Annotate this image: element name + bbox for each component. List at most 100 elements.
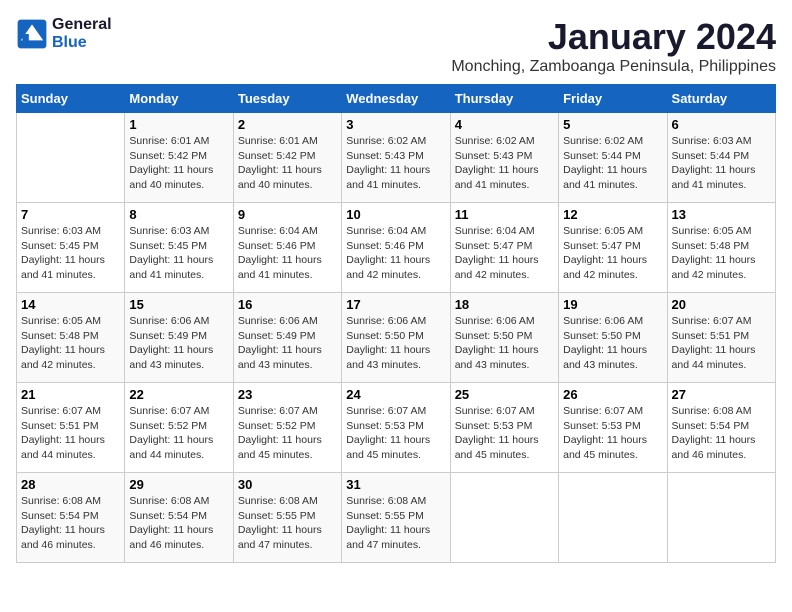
calendar-cell: 24 Sunrise: 6:07 AM Sunset: 5:53 PM Dayli… <box>342 383 450 473</box>
day-number: 9 <box>238 207 337 222</box>
calendar-cell: 25 Sunrise: 6:07 AM Sunset: 5:53 PM Dayli… <box>450 383 558 473</box>
calendar-cell: 22 Sunrise: 6:07 AM Sunset: 5:52 PM Dayli… <box>125 383 233 473</box>
calendar-cell: 27 Sunrise: 6:08 AM Sunset: 5:54 PM Dayli… <box>667 383 775 473</box>
calendar-week-row: 21 Sunrise: 6:07 AM Sunset: 5:51 PM Dayli… <box>17 383 776 473</box>
calendar-cell: 19 Sunrise: 6:06 AM Sunset: 5:50 PM Dayli… <box>559 293 667 383</box>
day-info: Sunrise: 6:08 AM Sunset: 5:55 PM Dayligh… <box>346 494 445 553</box>
calendar-week-row: 14Sunrise: 6:05 AM Sunset: 5:48 PM Dayli… <box>17 293 776 383</box>
logo-icon <box>16 18 48 50</box>
day-info: Sunrise: 6:07 AM Sunset: 5:53 PM Dayligh… <box>563 404 662 463</box>
day-info: Sunrise: 6:04 AM Sunset: 5:46 PM Dayligh… <box>346 224 445 283</box>
weekday-header: Thursday <box>450 85 558 113</box>
calendar-cell <box>559 473 667 563</box>
day-number: 24 <box>346 387 445 402</box>
calendar-cell: 1 Sunrise: 6:01 AM Sunset: 5:42 PM Daylig… <box>125 113 233 203</box>
header: General Blue January 2024 Monching, Zamb… <box>16 16 776 76</box>
calendar-cell: 4 Sunrise: 6:02 AM Sunset: 5:43 PM Daylig… <box>450 113 558 203</box>
calendar-cell: 5 Sunrise: 6:02 AM Sunset: 5:44 PM Daylig… <box>559 113 667 203</box>
day-info: Sunrise: 6:08 AM Sunset: 5:54 PM Dayligh… <box>672 404 771 463</box>
day-info: Sunrise: 6:04 AM Sunset: 5:46 PM Dayligh… <box>238 224 337 283</box>
day-number: 22 <box>129 387 228 402</box>
day-info: Sunrise: 6:08 AM Sunset: 5:54 PM Dayligh… <box>21 494 120 553</box>
calendar-cell: 15 Sunrise: 6:06 AM Sunset: 5:49 PM Dayli… <box>125 293 233 383</box>
day-info: Sunrise: 6:02 AM Sunset: 5:43 PM Dayligh… <box>455 134 554 193</box>
day-info: Sunrise: 6:07 AM Sunset: 5:53 PM Dayligh… <box>455 404 554 463</box>
calendar-cell: 9 Sunrise: 6:04 AM Sunset: 5:46 PM Daylig… <box>233 203 341 293</box>
weekday-header-row: SundayMondayTuesdayWednesdayThursdayFrid… <box>17 85 776 113</box>
day-info: Sunrise: 6:07 AM Sunset: 5:53 PM Dayligh… <box>346 404 445 463</box>
calendar-cell: 18 Sunrise: 6:06 AM Sunset: 5:50 PM Dayli… <box>450 293 558 383</box>
day-number: 28 <box>21 477 120 492</box>
calendar-cell: 8Sunrise: 6:03 AM Sunset: 5:45 PM Daylig… <box>125 203 233 293</box>
day-info: Sunrise: 6:01 AM Sunset: 5:42 PM Dayligh… <box>129 134 228 193</box>
day-number: 11 <box>455 207 554 222</box>
day-number: 15 <box>129 297 228 312</box>
day-number: 6 <box>672 117 771 132</box>
calendar-week-row: 28 Sunrise: 6:08 AM Sunset: 5:54 PM Dayli… <box>17 473 776 563</box>
day-info: Sunrise: 6:06 AM Sunset: 5:50 PM Dayligh… <box>455 314 554 373</box>
day-number: 16 <box>238 297 337 312</box>
calendar-cell: 3Sunrise: 6:02 AM Sunset: 5:43 PM Daylig… <box>342 113 450 203</box>
day-number: 23 <box>238 387 337 402</box>
calendar-cell: 30Sunrise: 6:08 AM Sunset: 5:55 PM Dayli… <box>233 473 341 563</box>
day-number: 20 <box>672 297 771 312</box>
day-info: Sunrise: 6:01 AM Sunset: 5:42 PM Dayligh… <box>238 134 337 193</box>
day-number: 19 <box>563 297 662 312</box>
day-info: Sunrise: 6:08 AM Sunset: 5:54 PM Dayligh… <box>129 494 228 553</box>
title-area: January 2024 Monching, Zamboanga Peninsu… <box>451 16 776 76</box>
weekday-header: Friday <box>559 85 667 113</box>
day-number: 31 <box>346 477 445 492</box>
calendar-cell: 14Sunrise: 6:05 AM Sunset: 5:48 PM Dayli… <box>17 293 125 383</box>
day-info: Sunrise: 6:03 AM Sunset: 5:45 PM Dayligh… <box>21 224 120 283</box>
calendar-cell: 31 Sunrise: 6:08 AM Sunset: 5:55 PM Dayli… <box>342 473 450 563</box>
day-number: 3 <box>346 117 445 132</box>
day-number: 4 <box>455 117 554 132</box>
calendar-cell: 28 Sunrise: 6:08 AM Sunset: 5:54 PM Dayli… <box>17 473 125 563</box>
day-info: Sunrise: 6:06 AM Sunset: 5:49 PM Dayligh… <box>238 314 337 373</box>
day-info: Sunrise: 6:06 AM Sunset: 5:50 PM Dayligh… <box>563 314 662 373</box>
day-info: Sunrise: 6:08 AM Sunset: 5:55 PM Dayligh… <box>238 494 337 553</box>
calendar-table: SundayMondayTuesdayWednesdayThursdayFrid… <box>16 84 776 563</box>
logo-text: General Blue <box>52 16 112 52</box>
day-number: 21 <box>21 387 120 402</box>
calendar-week-row: 7 Sunrise: 6:03 AM Sunset: 5:45 PM Daylig… <box>17 203 776 293</box>
day-info: Sunrise: 6:07 AM Sunset: 5:52 PM Dayligh… <box>129 404 228 463</box>
calendar-cell: 23 Sunrise: 6:07 AM Sunset: 5:52 PM Dayli… <box>233 383 341 473</box>
day-info: Sunrise: 6:06 AM Sunset: 5:50 PM Dayligh… <box>346 314 445 373</box>
calendar-cell: 12Sunrise: 6:05 AM Sunset: 5:47 PM Dayli… <box>559 203 667 293</box>
day-number: 7 <box>21 207 120 222</box>
day-number: 25 <box>455 387 554 402</box>
day-number: 2 <box>238 117 337 132</box>
weekday-header: Sunday <box>17 85 125 113</box>
day-info: Sunrise: 6:06 AM Sunset: 5:49 PM Dayligh… <box>129 314 228 373</box>
calendar-cell: 2 Sunrise: 6:01 AM Sunset: 5:42 PM Daylig… <box>233 113 341 203</box>
weekday-header: Wednesday <box>342 85 450 113</box>
day-number: 12 <box>563 207 662 222</box>
day-info: Sunrise: 6:03 AM Sunset: 5:44 PM Dayligh… <box>672 134 771 193</box>
calendar-cell: 6 Sunrise: 6:03 AM Sunset: 5:44 PM Daylig… <box>667 113 775 203</box>
calendar-cell: 7 Sunrise: 6:03 AM Sunset: 5:45 PM Daylig… <box>17 203 125 293</box>
day-number: 29 <box>129 477 228 492</box>
day-number: 5 <box>563 117 662 132</box>
day-number: 26 <box>563 387 662 402</box>
calendar-cell: 10Sunrise: 6:04 AM Sunset: 5:46 PM Dayli… <box>342 203 450 293</box>
day-number: 13 <box>672 207 771 222</box>
weekday-header: Saturday <box>667 85 775 113</box>
weekday-header: Tuesday <box>233 85 341 113</box>
day-info: Sunrise: 6:07 AM Sunset: 5:51 PM Dayligh… <box>21 404 120 463</box>
day-info: Sunrise: 6:05 AM Sunset: 5:48 PM Dayligh… <box>672 224 771 283</box>
day-info: Sunrise: 6:04 AM Sunset: 5:47 PM Dayligh… <box>455 224 554 283</box>
calendar-cell: 26 Sunrise: 6:07 AM Sunset: 5:53 PM Dayli… <box>559 383 667 473</box>
calendar-cell: 20Sunrise: 6:07 AM Sunset: 5:51 PM Dayli… <box>667 293 775 383</box>
day-info: Sunrise: 6:02 AM Sunset: 5:44 PM Dayligh… <box>563 134 662 193</box>
calendar-cell: 21 Sunrise: 6:07 AM Sunset: 5:51 PM Dayli… <box>17 383 125 473</box>
calendar-cell: 29 Sunrise: 6:08 AM Sunset: 5:54 PM Dayli… <box>125 473 233 563</box>
day-number: 27 <box>672 387 771 402</box>
day-number: 8 <box>129 207 228 222</box>
calendar-cell <box>450 473 558 563</box>
day-number: 18 <box>455 297 554 312</box>
day-info: Sunrise: 6:07 AM Sunset: 5:52 PM Dayligh… <box>238 404 337 463</box>
calendar-cell: 13 Sunrise: 6:05 AM Sunset: 5:48 PM Dayli… <box>667 203 775 293</box>
calendar-week-row: 1 Sunrise: 6:01 AM Sunset: 5:42 PM Daylig… <box>17 113 776 203</box>
day-number: 1 <box>129 117 228 132</box>
